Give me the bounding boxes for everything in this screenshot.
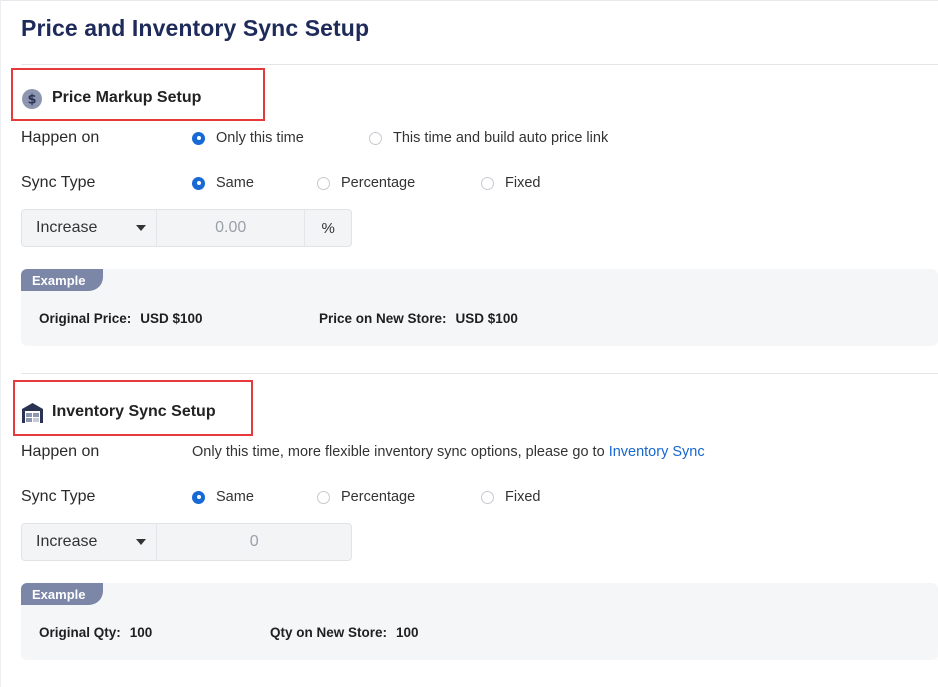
radio-selected-icon bbox=[192, 490, 205, 504]
caret-down-icon bbox=[135, 225, 146, 231]
price-sync-type-percentage[interactable]: Percentage bbox=[317, 175, 415, 191]
price-section-title: Price Markup Setup bbox=[52, 89, 202, 106]
page-title: Price and Inventory Sync Setup bbox=[21, 15, 370, 41]
price-happen-on-option-auto-link[interactable]: This time and build auto price link bbox=[369, 130, 608, 146]
price-direction-select[interactable]: Increase bbox=[22, 210, 157, 246]
inventory-sync-type-label: Sync Type bbox=[21, 488, 96, 505]
price-example-new: Price on New Store: USD $100 bbox=[319, 311, 518, 326]
warehouse-icon bbox=[21, 402, 44, 423]
caret-down-icon bbox=[136, 539, 147, 545]
radio-unselected-icon bbox=[481, 490, 494, 504]
left-border bbox=[0, 0, 1, 687]
inventory-sync-type-same[interactable]: Same bbox=[192, 489, 254, 505]
price-happen-on-label: Happen on bbox=[21, 129, 100, 146]
divider bbox=[21, 64, 938, 65]
price-sync-type-same[interactable]: Same bbox=[192, 175, 254, 191]
dollar-icon: $ bbox=[22, 89, 42, 109]
radio-unselected-icon bbox=[481, 176, 494, 190]
inventory-section-title: Inventory Sync Setup bbox=[52, 403, 216, 420]
svg-text:$: $ bbox=[27, 93, 36, 108]
price-example-box: Example Original Price: USD $100 Price on… bbox=[21, 269, 938, 346]
inventory-adjust-value-input[interactable]: 0 bbox=[157, 524, 351, 560]
price-adjust-field: Increase 0.00 % bbox=[21, 209, 352, 247]
inventory-adjust-field: Increase 0 bbox=[21, 523, 352, 561]
price-happen-on-option-once[interactable]: Only this time bbox=[192, 130, 304, 146]
price-example-tag: Example bbox=[21, 269, 103, 291]
inventory-direction-select[interactable]: Increase bbox=[22, 524, 158, 560]
radio-unselected-icon bbox=[369, 131, 382, 145]
price-sync-type-label: Sync Type bbox=[21, 174, 96, 191]
price-adjust-value-input[interactable]: 0.00 bbox=[157, 210, 305, 246]
inventory-happen-on-text: Only this time, more flexible inventory … bbox=[192, 444, 705, 460]
inventory-sync-type-percentage[interactable]: Percentage bbox=[317, 489, 415, 505]
inventory-example-tag: Example bbox=[21, 583, 103, 605]
divider bbox=[21, 373, 938, 374]
inventory-happen-on-label: Happen on bbox=[21, 443, 100, 460]
inventory-sync-type-fixed[interactable]: Fixed bbox=[481, 489, 540, 505]
inventory-sync-link[interactable]: Inventory Sync bbox=[609, 444, 705, 460]
inventory-example-new: Qty on New Store: 100 bbox=[270, 625, 419, 640]
inventory-example-original: Original Qty: 100 bbox=[39, 625, 153, 640]
radio-selected-icon bbox=[192, 176, 205, 190]
price-example-original: Original Price: USD $100 bbox=[39, 311, 203, 326]
top-border bbox=[0, 0, 938, 1]
inventory-example-box: Example Original Qty: 100 Qty on New Stor… bbox=[21, 583, 938, 660]
price-sync-type-fixed[interactable]: Fixed bbox=[481, 175, 540, 191]
radio-unselected-icon bbox=[317, 176, 330, 190]
price-adjust-unit: % bbox=[304, 210, 351, 246]
radio-unselected-icon bbox=[317, 490, 330, 504]
radio-selected-icon bbox=[192, 131, 205, 145]
